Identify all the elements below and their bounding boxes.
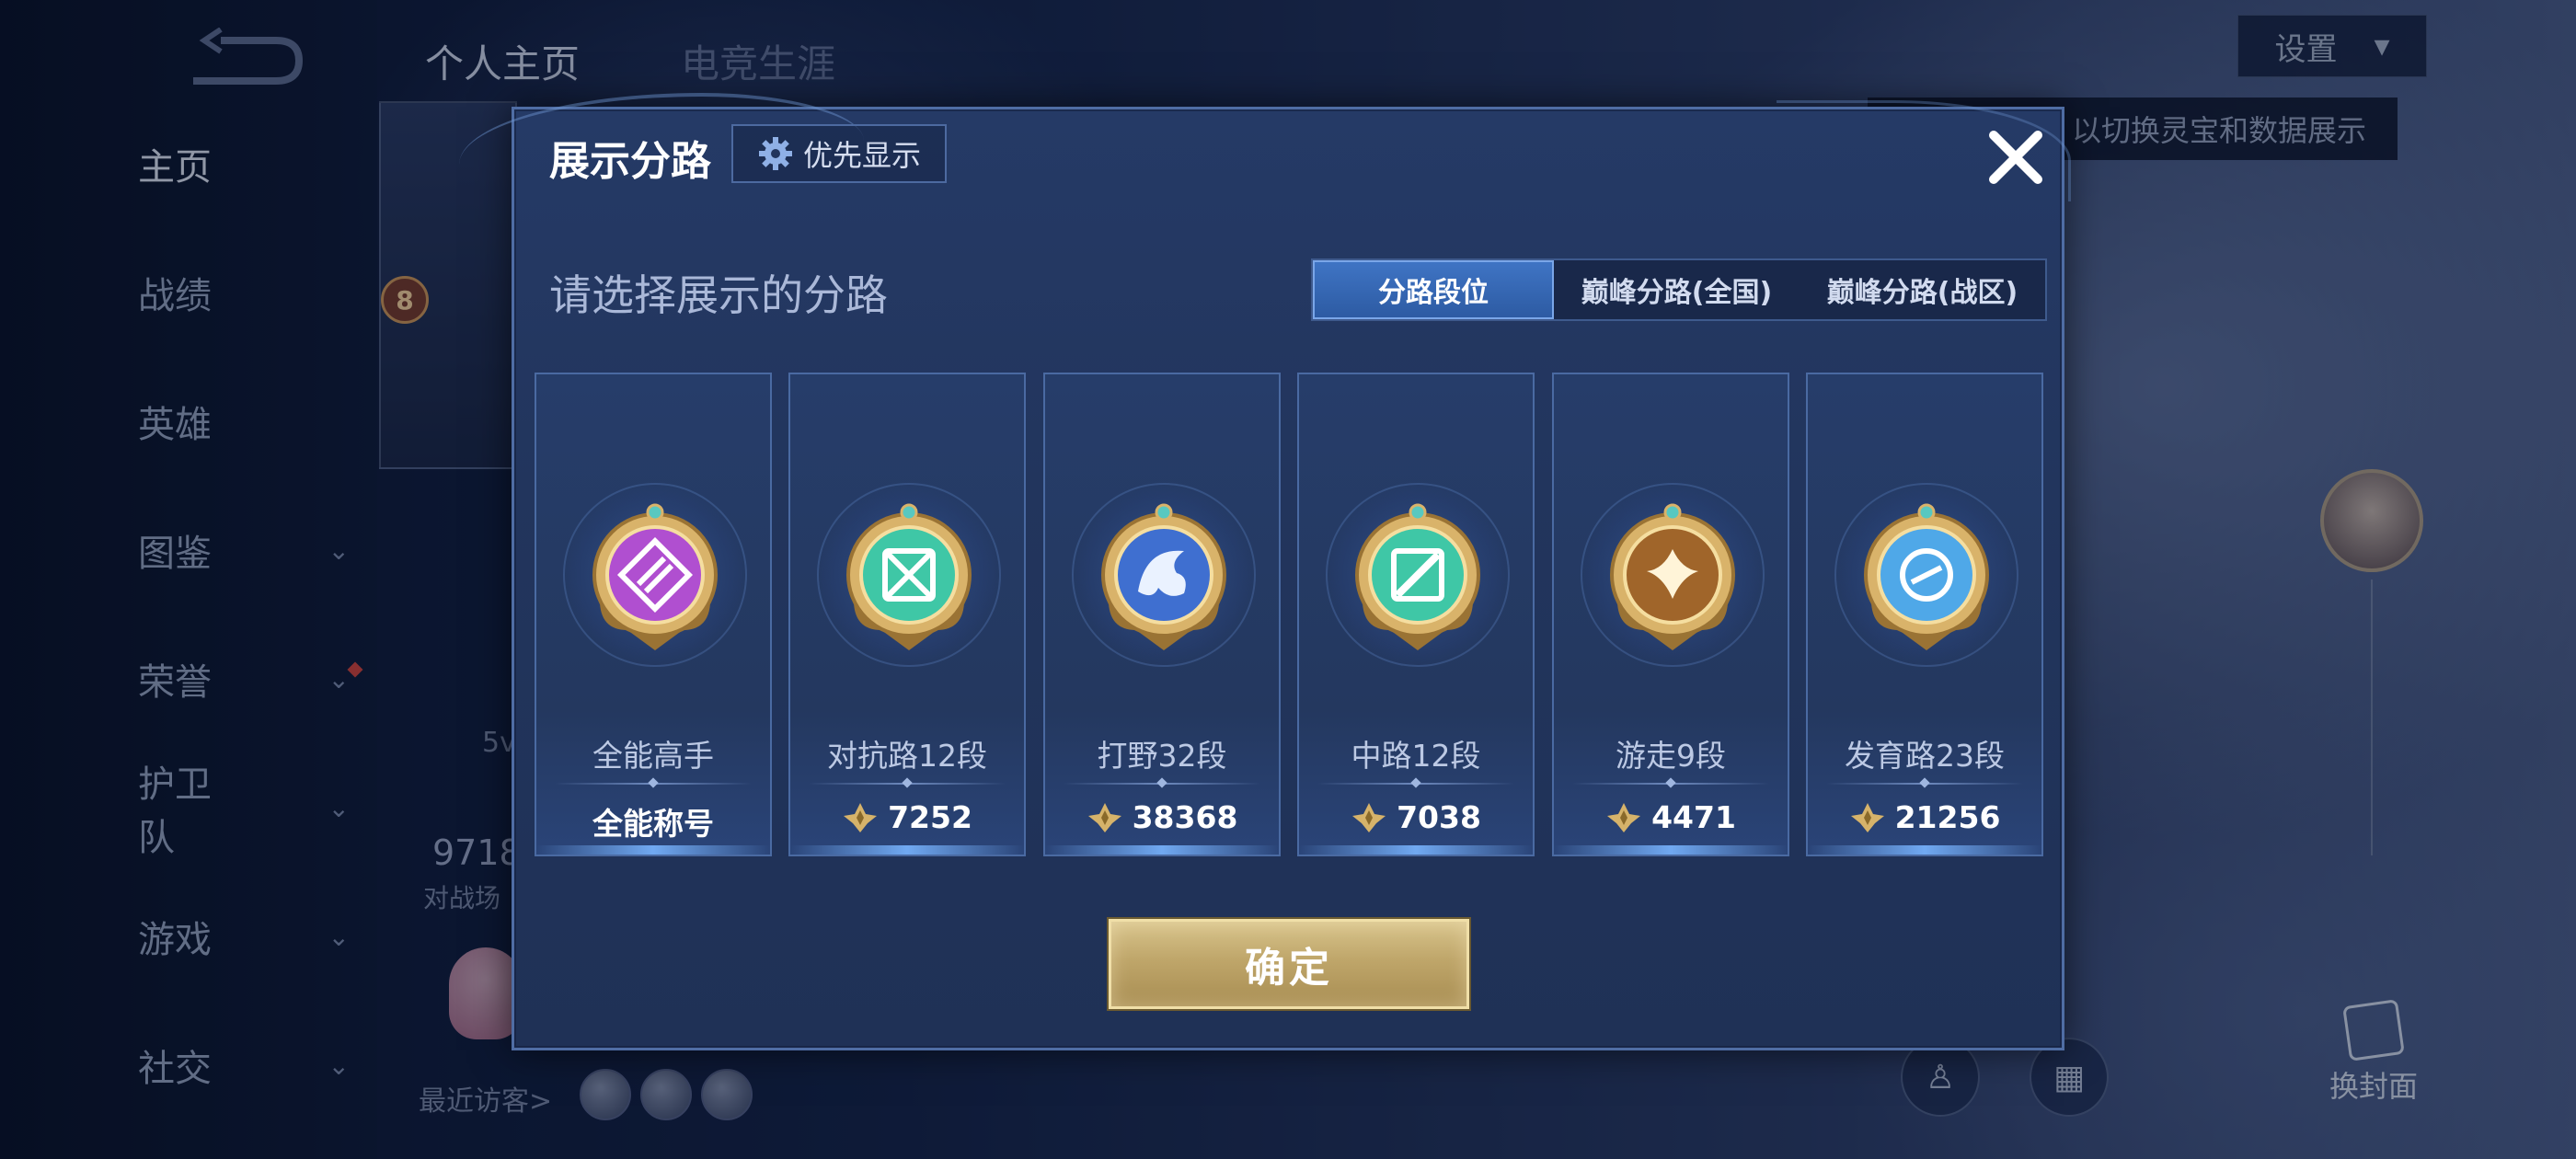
card-divider bbox=[1826, 783, 2023, 785]
priority-display-button[interactable]: 优先显示 bbox=[731, 124, 947, 183]
gear-icon bbox=[758, 137, 792, 170]
lane-value-text: 7252 bbox=[888, 799, 972, 835]
lane-name: 游走9段 bbox=[1616, 738, 1726, 774]
ranking-type-tabs: 分路段位 巅峰分路(全国) 巅峰分路(战区) bbox=[1311, 258, 2047, 321]
card-divider bbox=[555, 783, 752, 785]
lane-value-text: 7038 bbox=[1397, 799, 1481, 835]
lane-value: 21256 bbox=[1808, 799, 2041, 835]
lane-card[interactable]: 中路12段 7038 bbox=[1297, 373, 1535, 856]
lane-value-text: 21256 bbox=[1894, 799, 2001, 835]
lane-value: 7252 bbox=[790, 799, 1024, 835]
points-icon bbox=[1850, 802, 1884, 832]
lane-badge-icon bbox=[1610, 503, 1735, 650]
lane-value-text: 38368 bbox=[1132, 799, 1238, 835]
lane-card[interactable]: 发育路23段 21256 bbox=[1806, 373, 2043, 856]
lane-badge-icon bbox=[1355, 503, 1480, 650]
lane-name: 发育路23段 bbox=[1845, 738, 2005, 774]
lane-name: 打野32段 bbox=[1097, 738, 1227, 774]
lane-card[interactable]: 游走9段 4471 bbox=[1552, 373, 1789, 856]
tab-peak-region[interactable]: 巅峰分路(战区) bbox=[1800, 260, 2045, 319]
lane-value-text: 全能称号 bbox=[592, 806, 714, 842]
card-divider bbox=[1572, 783, 1769, 785]
modal-title: 展示分路 bbox=[549, 138, 711, 185]
lane-name: 全能高手 bbox=[592, 738, 714, 774]
card-divider bbox=[1064, 783, 1260, 785]
lane-name: 对抗路12段 bbox=[827, 738, 987, 774]
lane-badge-icon bbox=[1101, 503, 1226, 650]
card-divider bbox=[809, 783, 1006, 785]
lane-value-text: 4471 bbox=[1651, 799, 1736, 835]
lane-value: 7038 bbox=[1299, 799, 1533, 835]
lane-cards: 全能高手 全能称号 对抗路12段 7252 打野32段 38368 中路12段 7038 游走9… bbox=[535, 373, 2043, 856]
lane-value: 全能称号 bbox=[536, 799, 770, 843]
lane-badge-icon bbox=[592, 503, 718, 650]
points-icon bbox=[1087, 802, 1121, 832]
lane-value: 38368 bbox=[1045, 799, 1279, 835]
lane-value: 4471 bbox=[1554, 799, 1788, 835]
points-icon bbox=[844, 802, 878, 832]
lane-badge-icon bbox=[1864, 503, 1989, 650]
tab-lane-rank[interactable]: 分路段位 bbox=[1313, 260, 1554, 319]
confirm-button[interactable]: 确定 bbox=[1109, 919, 1469, 1009]
lane-card[interactable]: 打野32段 38368 bbox=[1043, 373, 1281, 856]
lane-card[interactable]: 全能高手 全能称号 bbox=[535, 373, 772, 856]
points-icon bbox=[1607, 802, 1641, 832]
priority-label: 优先显示 bbox=[802, 138, 921, 173]
close-icon[interactable] bbox=[1981, 122, 2051, 192]
lane-name: 中路12段 bbox=[1351, 738, 1481, 774]
lane-display-modal: 展示分路 优先显示 请选择展示的分路 分路段位 巅峰分路(全国) 巅峰分路(战区… bbox=[459, 93, 2071, 1050]
card-divider bbox=[1317, 783, 1514, 785]
points-icon bbox=[1352, 802, 1386, 832]
lane-badge-icon bbox=[846, 503, 972, 650]
lane-card[interactable]: 对抗路12段 7252 bbox=[788, 373, 1026, 856]
tab-peak-national[interactable]: 巅峰分路(全国) bbox=[1554, 260, 1800, 319]
select-lane-heading: 请选择展示的分路 bbox=[549, 270, 888, 320]
